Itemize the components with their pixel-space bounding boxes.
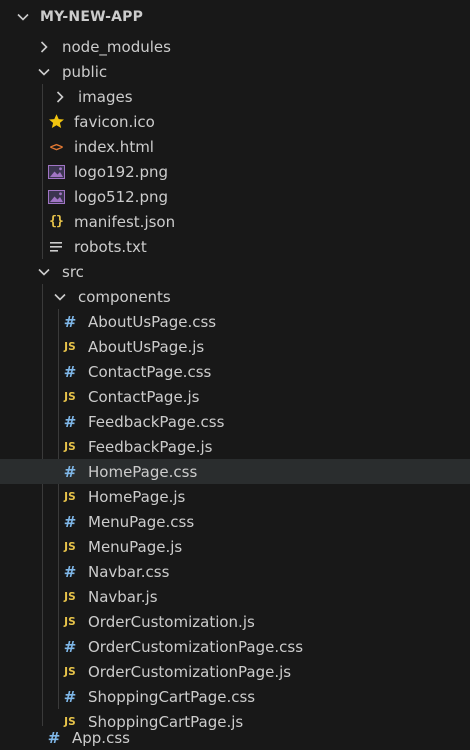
tree-file-shoppingcartpage-css[interactable]: # ShoppingCartPage.css — [0, 684, 470, 709]
css-icon: # — [63, 562, 77, 581]
js-icon: JS — [64, 665, 76, 678]
tree-item-label: public — [62, 62, 108, 81]
tree-item-label: node_modules — [62, 37, 171, 56]
tree-file-manifest-json[interactable]: {} manifest.json — [0, 209, 470, 234]
chevron-down-icon — [16, 10, 30, 24]
star-icon — [46, 112, 66, 132]
tree-item-label: ContactPage.css — [88, 362, 212, 381]
js-icon: JS — [64, 390, 76, 403]
tree-file-robots-txt[interactable]: robots.txt — [0, 234, 470, 259]
tree-item-label: OrderCustomizationPage.css — [88, 637, 304, 656]
tree-file-aboutuspage-css[interactable]: # AboutUsPage.css — [0, 309, 470, 334]
tree-item-label: logo192.png — [74, 162, 168, 181]
tree-file-ordercustomizationpage-js[interactable]: JS OrderCustomizationPage.js — [0, 659, 470, 684]
css-icon: # — [63, 637, 77, 656]
tree-item-label: components — [78, 287, 171, 306]
tree-file-ordercustomization-js[interactable]: JS OrderCustomization.js — [0, 609, 470, 634]
tree-folder-components[interactable]: components — [0, 284, 470, 309]
tree-file-menupage-js[interactable]: JS MenuPage.js — [0, 534, 470, 559]
js-icon: JS — [64, 340, 76, 353]
tree-file-homepage-js[interactable]: JS HomePage.js — [0, 484, 470, 509]
tree-item-label: index.html — [74, 137, 154, 156]
js-icon: JS — [64, 440, 76, 453]
html-icon: <> — [49, 139, 63, 154]
explorer-header[interactable]: MY-NEW-APP — [0, 0, 470, 34]
tree-item-label: FeedbackPage.css — [88, 412, 225, 431]
file-explorer: MY-NEW-APP node_modules public images fa… — [0, 0, 470, 750]
tree-file-feedbackpage-js[interactable]: JS FeedbackPage.js — [0, 434, 470, 459]
tree-file-navbar-css[interactable]: # Navbar.css — [0, 559, 470, 584]
css-icon: # — [63, 512, 77, 531]
tree-item-label: App.css — [72, 728, 130, 747]
tree-item-label: robots.txt — [74, 237, 147, 256]
tree-item-label: src — [62, 262, 84, 281]
tree-item-label: HomePage.js — [88, 487, 186, 506]
tree-file-index-html[interactable]: <> index.html — [0, 134, 470, 159]
css-icon: # — [63, 362, 77, 381]
tree-folder-node-modules[interactable]: node_modules — [0, 34, 470, 59]
tree-item-label: Navbar.js — [88, 587, 158, 606]
tree-file-aboutuspage-js[interactable]: JS AboutUsPage.js — [0, 334, 470, 359]
tree-item-label: FeedbackPage.js — [88, 437, 213, 456]
tree-file-contactpage-css[interactable]: # ContactPage.css — [0, 359, 470, 384]
tree-item-label: MenuPage.css — [88, 512, 195, 531]
js-icon: JS — [64, 490, 76, 503]
project-title: MY-NEW-APP — [40, 9, 144, 25]
tree-item-label: Navbar.css — [88, 562, 170, 581]
tree-item-label: HomePage.css — [88, 462, 198, 481]
tree-item-label: OrderCustomization.js — [88, 612, 255, 631]
tree-item-label: favicon.ico — [74, 112, 155, 131]
css-icon: # — [63, 312, 77, 331]
image-icon — [46, 162, 66, 182]
css-icon: # — [63, 687, 77, 706]
text-lines-icon — [46, 237, 66, 257]
chevron-right-icon — [50, 87, 70, 107]
css-icon: # — [47, 728, 61, 747]
js-icon: JS — [64, 615, 76, 628]
js-icon: JS — [64, 540, 76, 553]
tree-folder-images[interactable]: images — [0, 84, 470, 109]
tree-item-label: logo512.png — [74, 187, 168, 206]
tree-file-feedbackpage-css[interactable]: # FeedbackPage.css — [0, 409, 470, 434]
tree-item-label: MenuPage.js — [88, 537, 183, 556]
tree-file-homepage-css[interactable]: # HomePage.css — [0, 459, 470, 484]
tree-folder-public[interactable]: public — [0, 59, 470, 84]
tree-item-label: OrderCustomizationPage.js — [88, 662, 292, 681]
tree-item-label: manifest.json — [74, 212, 176, 231]
tree-item-label: AboutUsPage.css — [88, 312, 217, 331]
chevron-down-icon — [34, 262, 54, 282]
chevron-down-icon — [34, 62, 54, 82]
json-icon: {} — [49, 214, 64, 229]
tree-item-label: ShoppingCartPage.css — [88, 687, 256, 706]
tree-file-app-css[interactable]: # App.css — [0, 725, 470, 750]
chevron-down-icon — [50, 287, 70, 307]
css-icon: # — [63, 412, 77, 431]
tree-file-favicon[interactable]: favicon.ico — [0, 109, 470, 134]
chevron-right-icon — [34, 37, 54, 57]
tree-item-label: images — [78, 87, 133, 106]
image-icon — [46, 187, 66, 207]
tree-file-navbar-js[interactable]: JS Navbar.js — [0, 584, 470, 609]
tree-file-logo192[interactable]: logo192.png — [0, 159, 470, 184]
tree-file-logo512[interactable]: logo512.png — [0, 184, 470, 209]
tree-folder-src[interactable]: src — [0, 259, 470, 284]
css-icon: # — [63, 462, 77, 481]
js-icon: JS — [64, 590, 76, 603]
tree-item-label: ContactPage.js — [88, 387, 200, 406]
tree-item-label: AboutUsPage.js — [88, 337, 205, 356]
tree-file-contactpage-js[interactable]: JS ContactPage.js — [0, 384, 470, 409]
tree-file-menupage-css[interactable]: # MenuPage.css — [0, 509, 470, 534]
tree-file-ordercustomizationpage-css[interactable]: # OrderCustomizationPage.css — [0, 634, 470, 659]
